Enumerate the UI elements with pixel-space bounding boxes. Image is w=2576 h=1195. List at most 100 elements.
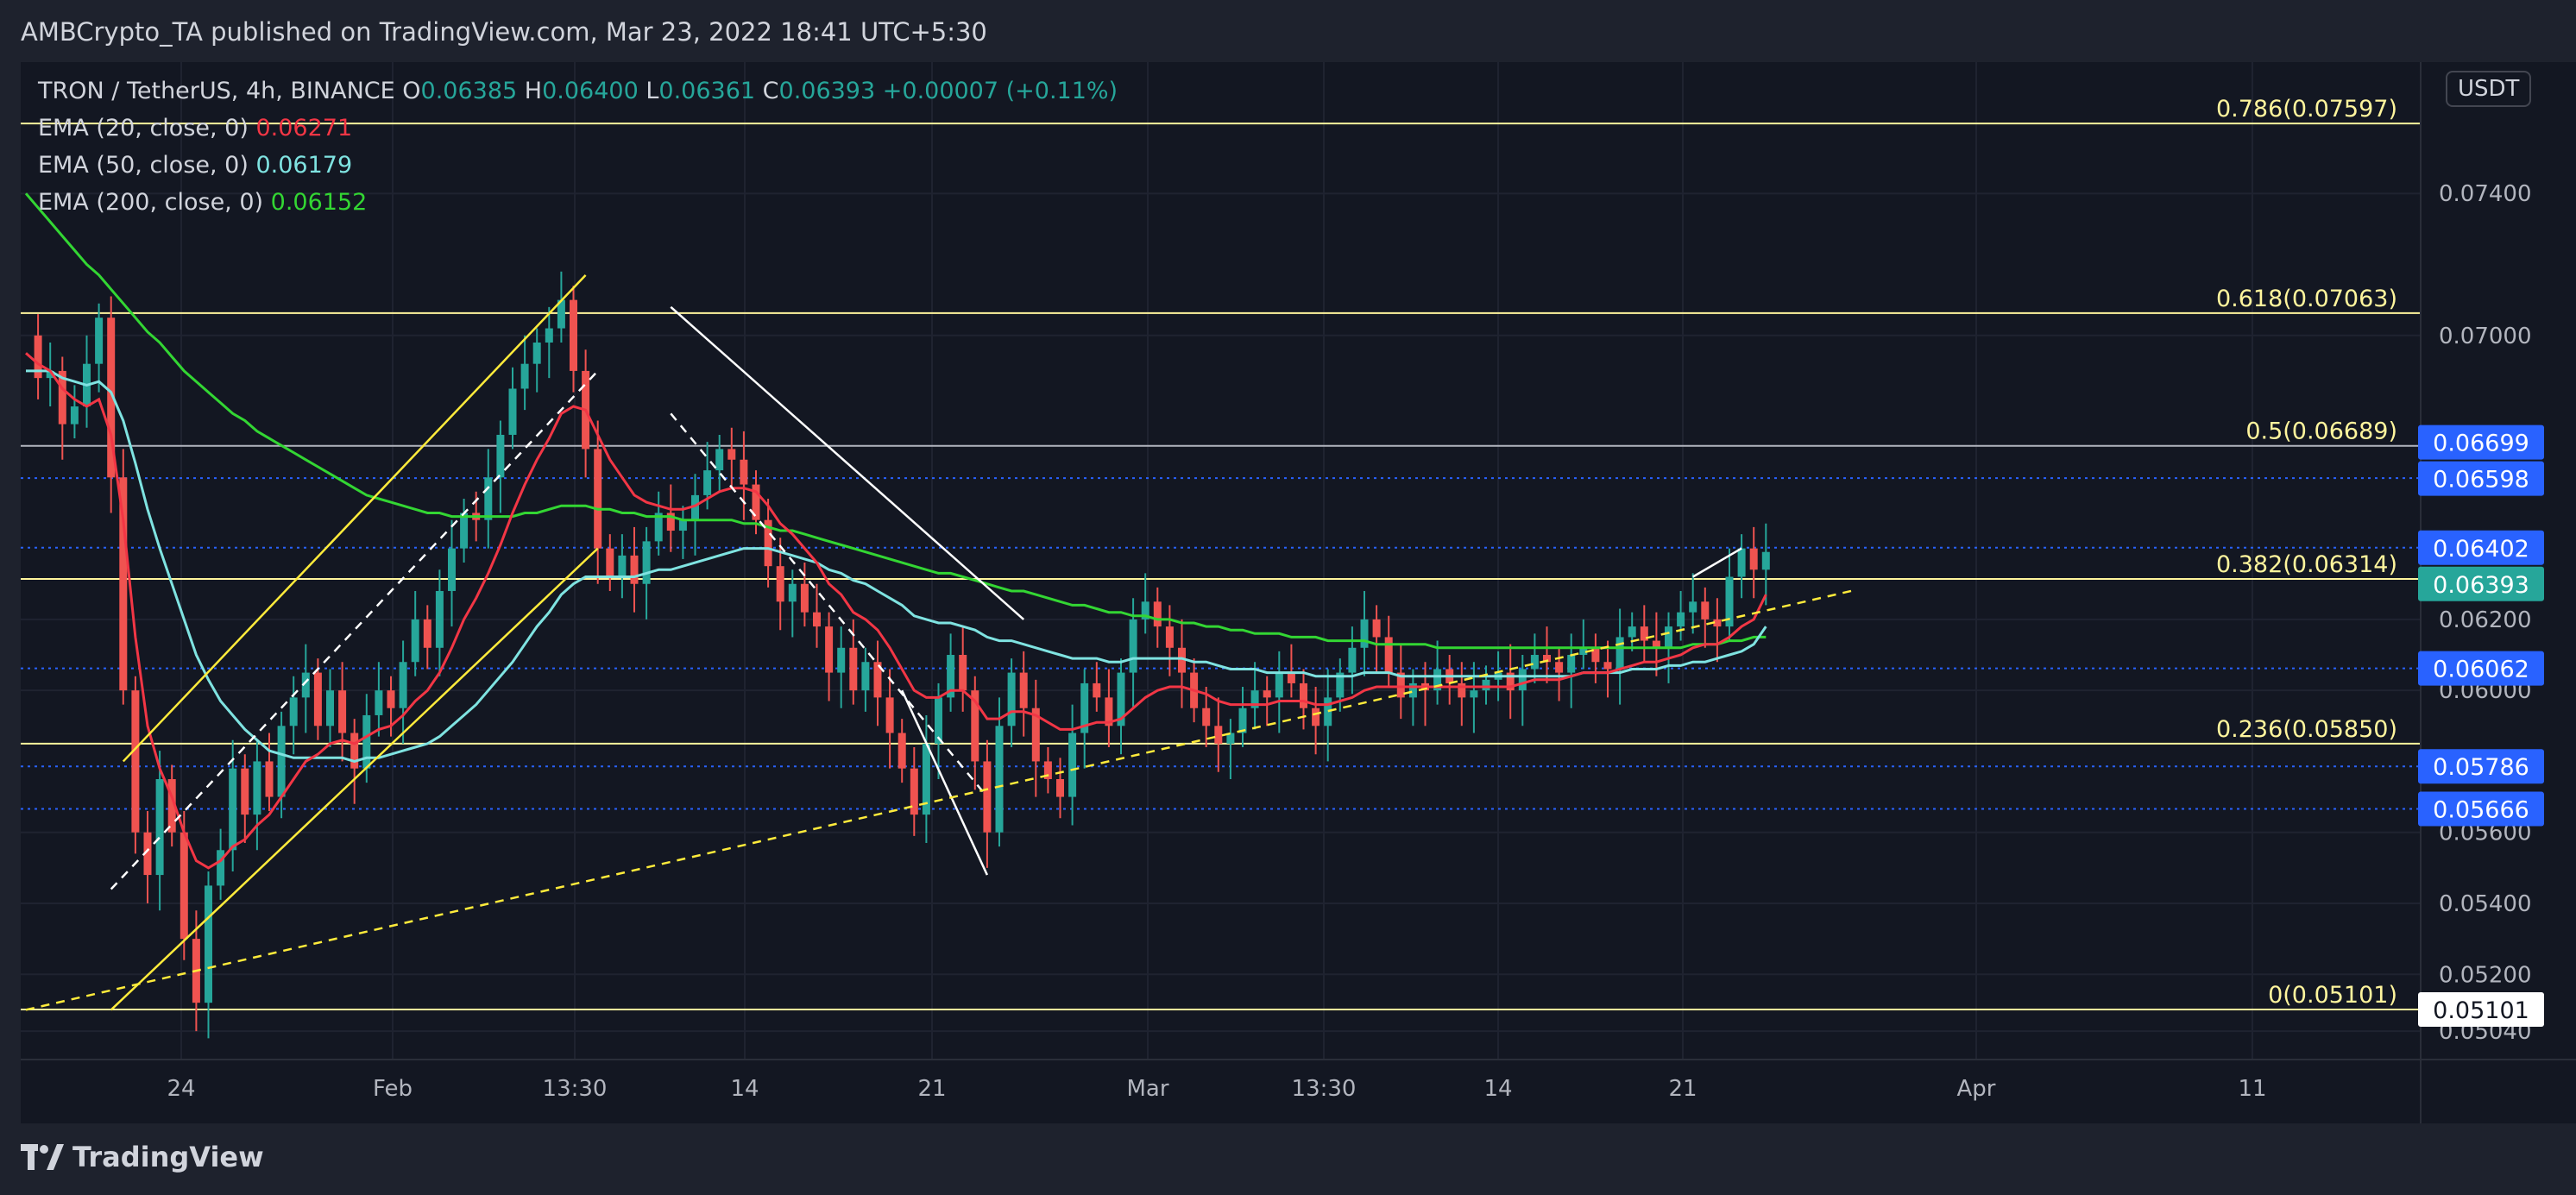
candle-body-17 <box>229 768 237 851</box>
candle-body-50 <box>630 555 639 584</box>
price-tag-7: 0.05101 <box>2433 997 2529 1024</box>
x-tick-label-6: 13:30 <box>1292 1076 1357 1102</box>
candle-body-18 <box>241 768 249 815</box>
candle-body-120 <box>1482 679 1490 691</box>
candle-body-135 <box>1665 626 1672 648</box>
candle-body-4 <box>70 406 79 425</box>
candle-body-6 <box>95 318 104 364</box>
descending-channel-upper <box>670 305 1025 620</box>
symbol-title[interactable]: TRON / TetherUS, 4h, BINANCE <box>38 78 395 104</box>
candle-body-100 <box>1238 708 1247 733</box>
candle-body-112 <box>1384 637 1393 673</box>
candle-body-106 <box>1312 708 1320 726</box>
price-tag-0: 0.06699 <box>2433 431 2529 457</box>
candle-body-43 <box>545 328 553 343</box>
candle-body-71 <box>885 697 894 733</box>
footer-bar: TradingView <box>0 1123 2576 1195</box>
ema20-label: EMA (20, close, 0) <box>38 115 249 142</box>
support-trendline <box>25 589 1852 1011</box>
y-tick-label-1: 0.05200 <box>2439 962 2532 988</box>
candle-body-132 <box>1628 626 1636 638</box>
candle-body-38 <box>484 477 493 520</box>
level-layer <box>21 123 2420 1010</box>
candle-body-24 <box>313 672 322 726</box>
legend-ema200[interactable]: EMA (200, close, 0) 0.06152 <box>38 184 1118 221</box>
candle-body-82 <box>1019 672 1028 708</box>
candle-body-66 <box>825 626 834 673</box>
candle-body-103 <box>1275 672 1283 698</box>
breakout-line <box>1692 547 1742 578</box>
descending-channel-mid <box>670 412 988 798</box>
candle-body-16 <box>217 850 225 886</box>
y-tick-label-2: 0.05400 <box>2439 891 2532 917</box>
legend-ema20[interactable]: EMA (20, close, 0) 0.06271 <box>38 110 1118 147</box>
x-tick-label-5: Mar <box>1126 1076 1168 1102</box>
candle-body-119 <box>1470 690 1478 698</box>
candle-body-81 <box>1007 672 1016 726</box>
candle-body-15 <box>205 885 212 1003</box>
candle-body-127 <box>1567 655 1576 673</box>
x-tick-label-7: 14 <box>1483 1076 1512 1102</box>
candle-body-21 <box>277 726 286 797</box>
price-tag-2: 0.06402 <box>2433 536 2529 563</box>
candle-body-126 <box>1555 662 1564 673</box>
ohlc-open: O0.06385 <box>402 78 518 104</box>
candle-body-51 <box>642 541 651 584</box>
fib-label-3: 0.382(0.06314) <box>2216 551 2397 578</box>
currency-badge[interactable]: USDT <box>2446 71 2532 107</box>
candle-body-138 <box>1701 601 1710 620</box>
ema200-label: EMA (200, close, 0) <box>38 189 264 216</box>
price-tag-4: 0.06062 <box>2433 657 2529 683</box>
candle-layer <box>34 271 1770 1039</box>
y-tick-label-7: 0.07400 <box>2439 181 2532 207</box>
candle-body-93 <box>1153 601 1162 627</box>
candle-body-141 <box>1737 548 1746 577</box>
candle-body-57 <box>715 449 724 471</box>
candle-body-137 <box>1689 601 1697 613</box>
candle-body-98 <box>1214 726 1223 744</box>
x-tick-label-2: 13:30 <box>543 1076 608 1102</box>
ohlc-change: +0.00007 (+0.11%) <box>882 78 1118 104</box>
candle-body-58 <box>727 449 736 460</box>
legend-ema50[interactable]: EMA (50, close, 0) 0.06179 <box>38 147 1118 184</box>
price-tag-1: 0.06598 <box>2433 467 2529 494</box>
x-tick-label-0: 24 <box>167 1076 195 1102</box>
candle-body-124 <box>1530 655 1539 670</box>
candle-body-54 <box>678 519 687 531</box>
candle-body-31 <box>399 662 407 708</box>
candle-body-67 <box>837 647 846 673</box>
candle-body-62 <box>776 566 784 602</box>
candle-body-72 <box>898 733 906 769</box>
candle-body-110 <box>1360 619 1369 648</box>
candle-body-104 <box>1287 672 1295 683</box>
fib-label-0: 0.786(0.07597) <box>2216 96 2397 123</box>
ema20-value: 0.06271 <box>255 115 353 142</box>
candle-body-56 <box>703 470 712 495</box>
ema50-label: EMA (50, close, 0) <box>38 152 249 179</box>
fib-label-4: 0.236(0.05850) <box>2216 716 2397 743</box>
candle-body-22 <box>289 697 298 726</box>
candle-body-80 <box>995 726 1004 833</box>
candle-body-63 <box>788 583 797 602</box>
candle-body-49 <box>618 555 627 577</box>
price-tag-5: 0.05786 <box>2433 754 2529 781</box>
fib-label-layer: 0.786(0.07597) 0.618(0.07063) 0.5(0.06689)… <box>2216 96 2397 1009</box>
candle-body-33 <box>423 619 431 648</box>
tradingview-brand[interactable]: TradingView <box>21 1141 264 1173</box>
candle-body-143 <box>1761 551 1770 570</box>
candle-body-97 <box>1202 708 1211 726</box>
candle-body-64 <box>800 583 809 613</box>
ema200-value: 0.06152 <box>270 189 368 216</box>
ema20-line <box>25 352 1767 870</box>
x-tick-label-10: 11 <box>2238 1076 2266 1102</box>
candle-body-88 <box>1093 682 1101 698</box>
trend-layer <box>25 274 1852 1011</box>
ohlc-close: C0.06393 <box>762 78 876 104</box>
price-label-layer: 0.06699 0.06598 0.06402 0.06393 0.06062 0.057… <box>2418 425 2544 1027</box>
candle-body-130 <box>1603 662 1612 670</box>
candle-body-11 <box>155 779 164 876</box>
candle-body-36 <box>460 513 469 549</box>
x-tick-label-9: Apr <box>1957 1076 1996 1102</box>
candle-body-48 <box>606 548 614 577</box>
candle-body-9 <box>131 690 140 833</box>
